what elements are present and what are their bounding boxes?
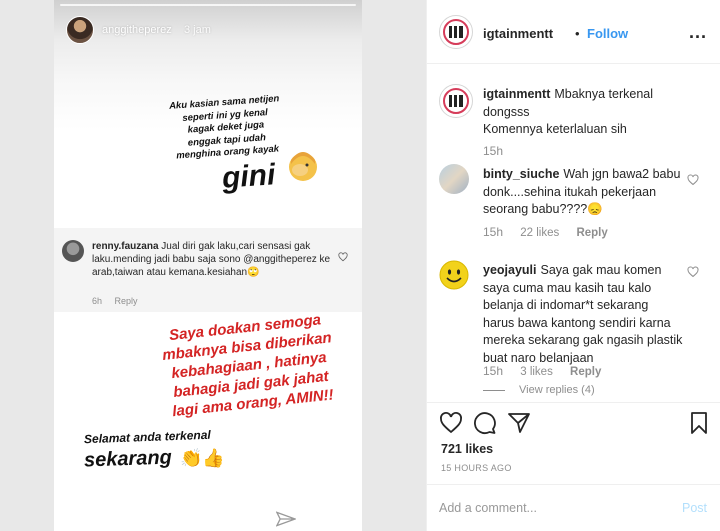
story-avatar [66,16,94,44]
comment-time[interactable]: 15h [483,225,503,239]
comment-body: Saya gak mau komen saya cuma mau kasih t… [483,263,683,365]
story-username: anggitheperez [102,24,172,36]
story-comment-meta: 6h Reply [92,296,148,306]
story-comment-card: renny.fauzana Jual diri gak laku,cari se… [54,228,362,312]
facepalm-emoji-icon [289,152,317,181]
add-comment-bar: Post [427,484,720,531]
comment-username[interactable]: yeojayuli [483,263,537,277]
post-time-ago[interactable]: 15 HOURS AGO [441,463,512,473]
post-header: igtainmentt • Follow ... [427,0,720,64]
story-big-word: gini [220,158,277,195]
comment-text: binty_siuche Wah jgn bawa2 babu donk....s… [483,166,683,219]
story-progress-bar [60,4,356,6]
comment-time[interactable]: 15h [483,364,503,378]
caption-author-avatar[interactable] [439,84,473,118]
more-icon[interactable]: ... [689,22,707,43]
comment-text: yeojayuli Saya gak mau komen saya cuma ma… [483,262,683,367]
comment-meta: 15h [483,144,517,158]
story-comment-reply: Reply [114,296,138,306]
header-separator: • [575,26,580,41]
commenter-avatar [62,240,84,262]
avatar-logo [449,95,463,107]
story-prayer-text: Saya doakan semoga mbaknya bisa diberika… [140,307,359,423]
story-caption: Aku kasian sama netijen seperti ini yg k… [164,93,288,164]
likes-count[interactable]: 721 likes [441,442,493,456]
heart-icon [338,252,348,262]
author-avatar[interactable] [439,15,473,49]
view-replies-label: View replies (4) [519,384,595,396]
send-icon [276,511,296,527]
post-media: anggitheperez 3 jam Aku kasian sama neti… [0,0,426,531]
heart-icon[interactable] [439,411,463,435]
clap-thumbs-emoji-icon: 👏👍 [180,448,225,468]
follow-button[interactable]: Follow [587,26,628,41]
smiley-avatar-icon[interactable] [439,260,469,290]
comment-time[interactable]: 15h [483,144,503,158]
add-comment-input[interactable] [439,499,659,517]
comments-list[interactable]: igtainmentt Mbaknya terkenal dongsss Kome… [427,64,720,402]
story-closing-big: sekarang [83,446,173,472]
heart-icon[interactable] [687,266,699,278]
comment-reply-button[interactable]: Reply [570,366,601,378]
author-username[interactable]: igtainmentt [483,26,553,41]
comment-meta: 15h 22 likes Reply [483,225,622,239]
share-icon[interactable] [507,411,531,435]
heart-icon[interactable] [687,174,699,186]
comment-icon[interactable] [473,411,497,435]
comment-username[interactable]: binty_siuche [483,167,559,181]
story-screenshot: anggitheperez 3 jam Aku kasian sama neti… [54,0,362,531]
story-comment-username: renny.fauzana [92,241,159,252]
story-comment-text: renny.fauzana Jual diri gak laku,cari se… [92,240,332,279]
story-time: 3 jam [184,24,211,36]
comment-likes[interactable]: 22 likes [520,227,559,239]
post-comment-button[interactable]: Post [682,501,707,515]
comment-reply-button[interactable]: Reply [576,227,607,239]
post-side-panel: igtainmentt • Follow ... igtainmentt Mbak… [426,0,720,531]
story-closing-small: Selamat anda terkenal [83,427,211,447]
view-replies-button[interactable]: View replies (4) [483,384,595,396]
comment-meta: 15h 3 likes Reply [483,364,615,378]
comment-likes[interactable]: 3 likes [520,366,553,378]
replies-dash [483,389,505,391]
avatar-logo [449,26,463,38]
post-actions [427,402,720,442]
commenter-avatar[interactable] [439,164,469,194]
caption-text: igtainmentt Mbaknya terkenal dongsss Kome… [483,86,683,139]
comment-username[interactable]: igtainmentt [483,87,550,101]
bookmark-icon[interactable] [687,411,711,435]
story-comment-time: 6h [92,296,103,306]
